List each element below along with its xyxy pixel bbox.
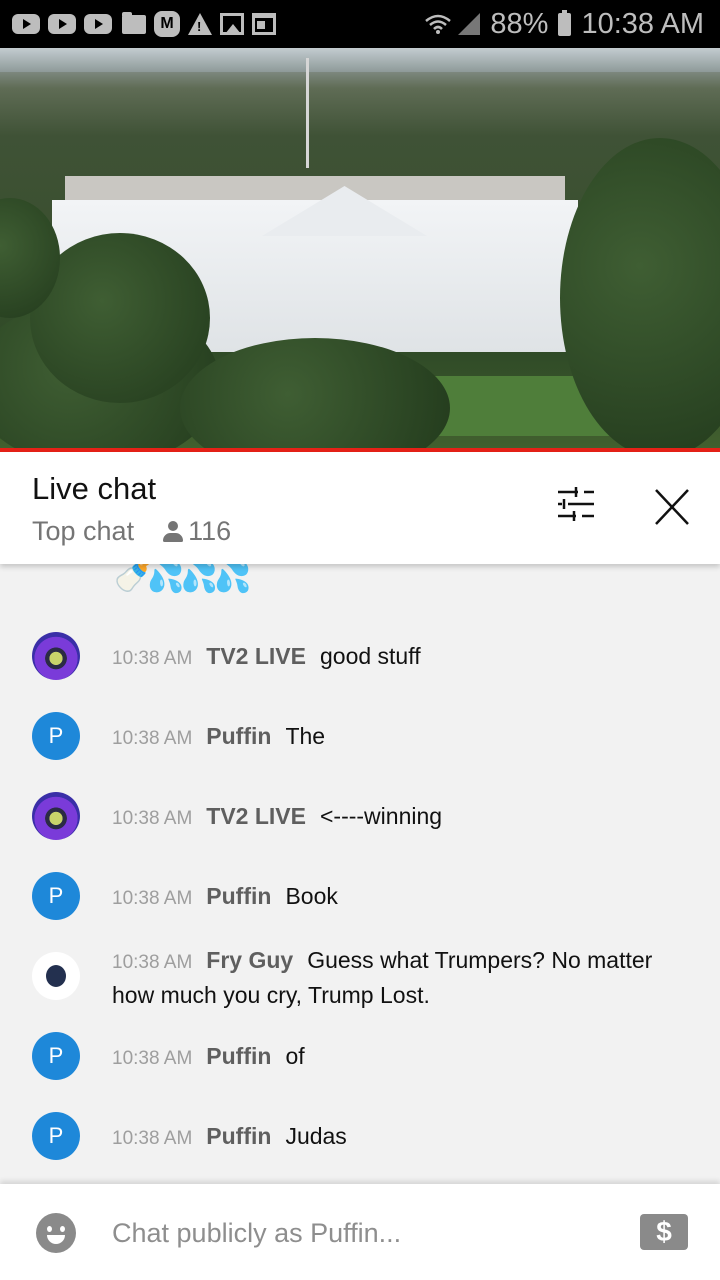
m-app-icon: M xyxy=(154,11,180,37)
message-text: Judas xyxy=(285,1123,347,1149)
chat-mode-selector[interactable]: Top chat 116 xyxy=(32,516,231,547)
youtube-icon xyxy=(84,14,112,34)
message-timestamp: 10:38 AM xyxy=(112,1048,193,1069)
image-icon xyxy=(220,13,244,35)
person-icon xyxy=(162,520,184,543)
close-icon xyxy=(655,489,689,525)
warning-icon: ! xyxy=(188,13,212,35)
fry-guy-avatar[interactable] xyxy=(32,952,80,1000)
video-sky xyxy=(0,48,720,72)
message-author[interactable]: Puffin xyxy=(206,1123,271,1149)
sliders-icon xyxy=(558,487,594,521)
signal-icon xyxy=(458,13,481,35)
youtube-icon xyxy=(12,14,40,34)
message-text: Guess what Trumpers? No matter how much … xyxy=(112,947,653,1008)
status-bar: M ! 88% 10:38 AM xyxy=(0,0,720,48)
video-tree xyxy=(560,138,720,450)
super-chat-button[interactable]: $ xyxy=(640,1214,688,1250)
message-text: Book xyxy=(285,883,338,909)
chat-input[interactable] xyxy=(112,1210,592,1256)
message-timestamp: 10:38 AM xyxy=(112,1128,193,1149)
message-timestamp: 10:38 AM xyxy=(112,648,193,669)
video-player[interactable] xyxy=(0,48,720,450)
message-author[interactable]: Puffin xyxy=(206,1043,271,1069)
live-chat-title: Live chat xyxy=(32,471,157,506)
viewer-count: 116 xyxy=(188,516,232,546)
letter-avatar[interactable]: P xyxy=(32,1032,80,1080)
news-icon xyxy=(252,13,276,35)
message-text: <----winning xyxy=(319,803,443,829)
message-author[interactable]: TV2 LIVE xyxy=(206,643,306,669)
dollar-icon: $ xyxy=(656,1216,672,1247)
battery-icon xyxy=(558,9,572,36)
youtube-icon xyxy=(48,14,76,34)
message-author[interactable]: Puffin xyxy=(206,883,271,909)
video-roof xyxy=(65,176,565,202)
chat-mode-label: Top chat xyxy=(32,516,135,546)
message-text: good stuff xyxy=(319,643,421,669)
chat-input-bar: $ xyxy=(0,1184,720,1280)
letter-avatar[interactable]: P xyxy=(32,872,80,920)
folder-icon xyxy=(122,11,146,34)
message-author[interactable]: Puffin xyxy=(206,723,271,749)
wifi-icon xyxy=(425,14,452,34)
filter-button[interactable] xyxy=(552,484,600,532)
message-author[interactable]: TV2 LIVE xyxy=(206,803,306,829)
battery-percent: 88% xyxy=(490,7,549,40)
chat-message-list[interactable]: 🍼💦💦💦 10:38 AM TV2 LIVE good stuff P 10:38 … xyxy=(0,564,720,1184)
video-tree xyxy=(180,338,450,450)
notification-icons: M ! xyxy=(0,11,276,37)
message-text: of xyxy=(285,1043,305,1069)
letter-avatar[interactable]: P xyxy=(32,1112,80,1160)
tv2-live-avatar[interactable] xyxy=(32,792,80,840)
emoji-message-fragment: 🍼💦💦💦 xyxy=(114,564,251,594)
message-timestamp: 10:38 AM xyxy=(112,728,193,749)
message-text: The xyxy=(285,723,326,749)
message-author[interactable]: Fry Guy xyxy=(206,947,293,973)
letter-avatar[interactable]: P xyxy=(32,712,80,760)
live-chat-header: Live chat Top chat 116 xyxy=(0,452,720,564)
tv2-live-avatar[interactable] xyxy=(32,632,80,680)
video-flagpole xyxy=(306,58,309,168)
message-timestamp: 10:38 AM xyxy=(112,952,193,973)
close-button[interactable] xyxy=(648,484,696,532)
message-timestamp: 10:38 AM xyxy=(112,808,193,829)
message-timestamp: 10:38 AM xyxy=(112,888,193,909)
emoji-picker-button[interactable] xyxy=(36,1213,76,1253)
clock: 10:38 AM xyxy=(581,7,704,40)
system-status: 88% 10:38 AM xyxy=(424,8,720,41)
